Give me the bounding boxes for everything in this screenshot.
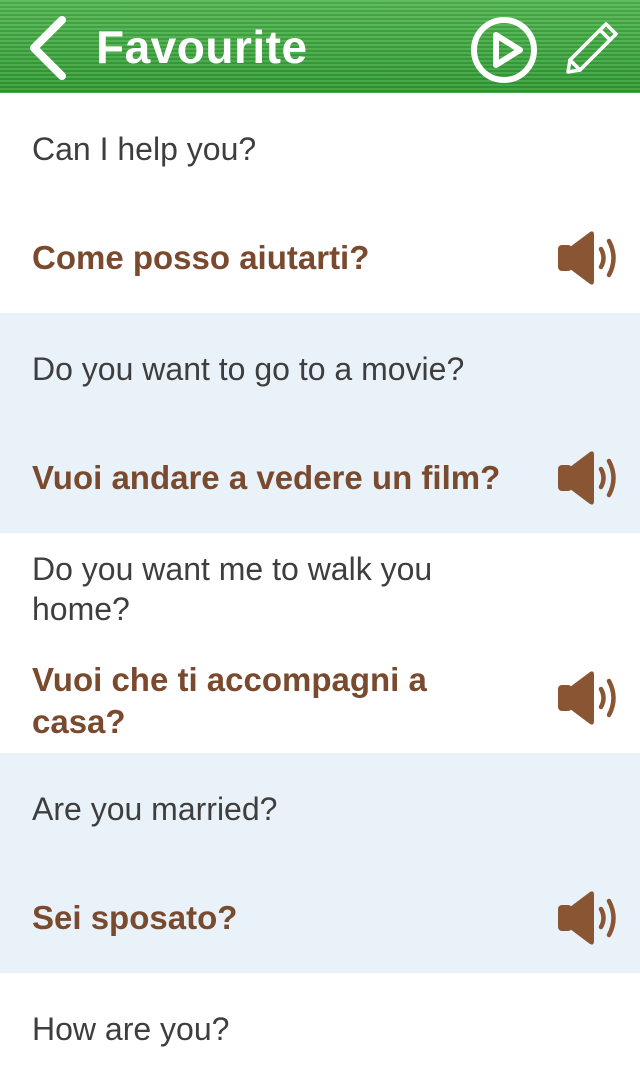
phrase-source-text: How are you? (32, 1011, 230, 1047)
page-title: Favourite (96, 21, 308, 73)
phrase-row[interactable]: How are you? (0, 973, 640, 1073)
phrase-source-text: Can I help you? (32, 131, 257, 167)
speaker-icon (558, 451, 616, 505)
speaker-icon (558, 671, 616, 725)
pencil-icon (566, 22, 618, 74)
play-all-button[interactable] (468, 14, 540, 86)
phrase-translation-text: Vuoi che ti accompagni a casa? (32, 661, 427, 740)
phrase-source-text: Are you married? (32, 791, 278, 827)
phrase-translation-text: Vuoi andare a vedere un film? (32, 459, 501, 496)
speaker-icon (558, 231, 616, 285)
back-button[interactable] (22, 14, 78, 82)
phrase-list: Can I help you? Come posso aiutarti? Do … (0, 93, 640, 1073)
phrase-translation-text: Come posso aiutarti? (32, 239, 370, 276)
nav-bar: Favourite (0, 0, 640, 93)
phrase-row[interactable]: Do you want to go to a movie? Vuoi andar… (0, 313, 640, 533)
chevron-left-icon (30, 16, 66, 80)
phrase-source-text: Do you want to go to a movie? (32, 351, 465, 387)
speaker-button[interactable] (554, 449, 622, 507)
speaker-button[interactable] (554, 669, 622, 727)
phrase-source-text: Do you want me to walk you home? (32, 551, 433, 627)
speaker-button[interactable] (554, 889, 622, 947)
speaker-icon (558, 891, 616, 945)
phrase-row[interactable]: Are you married? Sei sposato? (0, 753, 640, 973)
phrase-row[interactable]: Can I help you? Come posso aiutarti? (0, 93, 640, 313)
phrase-row[interactable]: Do you want me to walk you home? Vuoi ch… (0, 533, 640, 753)
edit-button[interactable] (562, 20, 622, 76)
speaker-button[interactable] (554, 229, 622, 287)
play-circle-icon (471, 17, 537, 83)
phrase-translation-text: Sei sposato? (32, 899, 238, 936)
